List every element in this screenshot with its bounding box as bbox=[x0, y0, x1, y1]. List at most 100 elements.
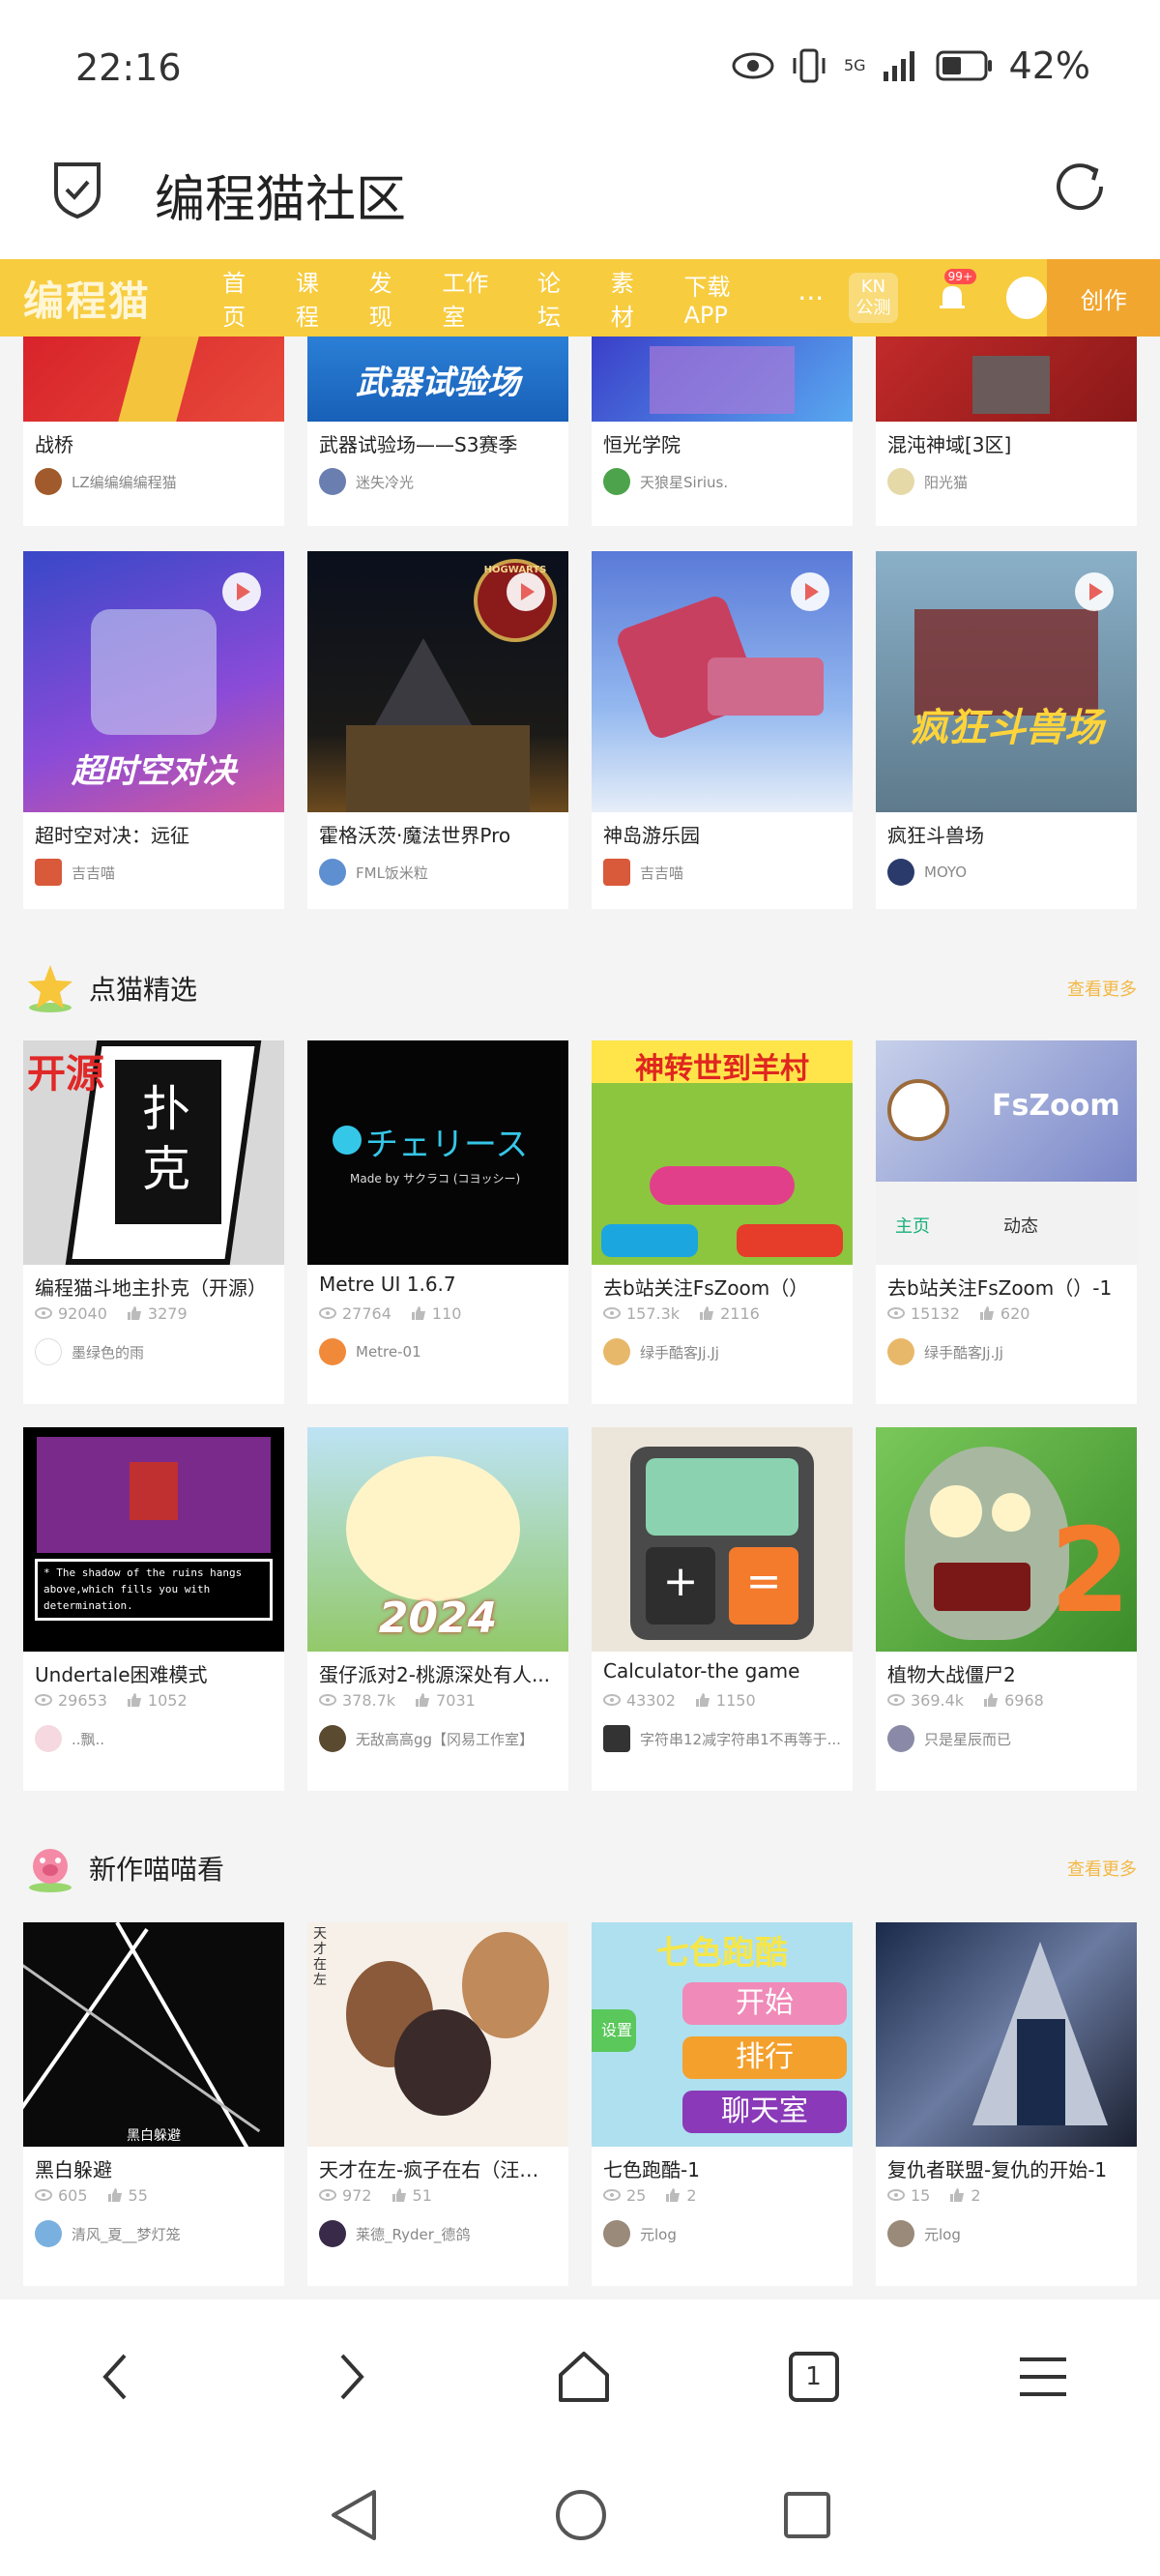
play-icon[interactable] bbox=[507, 572, 545, 611]
work-thumbnail: HOGWARTS bbox=[307, 551, 568, 812]
work-author[interactable]: 元log bbox=[876, 2207, 1137, 2247]
thumbnail-caption: * The shadow of the ruins hangs above,wh… bbox=[35, 1559, 273, 1621]
nav-item-discover[interactable]: 发现 bbox=[355, 264, 428, 332]
work-author[interactable]: 清风_夏__梦灯笼 bbox=[23, 2207, 284, 2247]
battery-level: 42% bbox=[1008, 44, 1090, 87]
nav-item-studio[interactable]: 工作室 bbox=[427, 264, 523, 332]
like-count: 55 bbox=[107, 2186, 148, 2205]
nav-more-button[interactable]: ··· bbox=[784, 282, 837, 314]
work-card[interactable]: 开源 扑克 编程猫斗地主扑克（开源） 92040 3279 墨绿色的雨 bbox=[23, 1040, 284, 1404]
menu-icon[interactable] bbox=[1014, 2348, 1072, 2406]
work-author[interactable]: 绿手酷客Jj.Jj bbox=[592, 1325, 853, 1365]
nav-item-home[interactable]: 首页 bbox=[208, 264, 281, 332]
work-card[interactable]: 恒光学院 天狼星Sirius. bbox=[592, 337, 853, 526]
status-icons: 5G 42% bbox=[732, 44, 1090, 87]
like-count: 6968 bbox=[983, 1691, 1044, 1710]
thumbs-up-icon bbox=[666, 2188, 681, 2202]
system-home-icon[interactable] bbox=[554, 2488, 608, 2542]
work-author[interactable]: 吉吉喵 bbox=[23, 845, 284, 886]
work-thumbnail: 武器试验场 bbox=[307, 337, 568, 422]
battery-icon bbox=[936, 50, 992, 81]
thumbnail-caption: FsZoom bbox=[992, 1089, 1120, 1123]
shield-check-icon[interactable] bbox=[46, 159, 108, 220]
work-author[interactable]: 元log bbox=[592, 2207, 853, 2247]
refresh-icon[interactable] bbox=[1048, 155, 1112, 219]
work-author[interactable]: Metre-01 bbox=[307, 1325, 568, 1365]
author-avatar bbox=[319, 1338, 346, 1365]
author-avatar bbox=[603, 468, 630, 495]
work-author[interactable]: FML饭米粒 bbox=[307, 845, 568, 886]
work-stats: 972 51 bbox=[307, 2180, 568, 2207]
work-author[interactable]: 绿手酷客Jj.Jj bbox=[876, 1325, 1137, 1365]
back-icon[interactable] bbox=[88, 2348, 146, 2406]
like-count: 51 bbox=[392, 2186, 432, 2205]
like-count-value: 55 bbox=[128, 2185, 148, 2205]
author-avatar bbox=[319, 2220, 346, 2247]
work-author[interactable]: MOYO bbox=[876, 845, 1137, 886]
work-thumbnail: 2024 bbox=[307, 1427, 568, 1652]
home-icon[interactable] bbox=[555, 2348, 613, 2406]
work-card[interactable]: 混沌神域[3区] 阳光猫 bbox=[876, 337, 1137, 526]
see-more-link[interactable]: 查看更多 bbox=[1067, 1856, 1137, 1881]
kn-beta-badge[interactable]: KN 公测 bbox=[849, 273, 898, 323]
view-count: 15132 bbox=[887, 1304, 960, 1323]
nav-item-download-app[interactable]: 下载APP bbox=[669, 268, 784, 329]
play-icon[interactable] bbox=[1075, 572, 1114, 611]
work-author[interactable]: 墨绿色的雨 bbox=[23, 1325, 284, 1365]
thumbnail-caption: + bbox=[662, 1557, 699, 1606]
play-icon[interactable] bbox=[222, 572, 261, 611]
work-card[interactable]: チェリース Made by サクラコ (コヨッシー) Metre UI 1.6.… bbox=[307, 1040, 568, 1404]
work-author[interactable]: 阳光猫 bbox=[876, 454, 1137, 495]
work-card[interactable]: 2024 蛋仔派对2-桃源深处有人... 378.7k 7031 无敌高高gg【… bbox=[307, 1427, 568, 1791]
view-count: 972 bbox=[319, 2186, 372, 2205]
tabs-button[interactable]: 1 bbox=[788, 2352, 839, 2402]
play-icon[interactable] bbox=[791, 572, 829, 611]
forward-icon[interactable] bbox=[321, 2348, 379, 2406]
system-recents-icon[interactable] bbox=[782, 2490, 832, 2540]
work-author[interactable]: 字符串12减字符串1不再等于... bbox=[592, 1712, 853, 1752]
work-title: 去b站关注FsZoom（） bbox=[603, 1276, 809, 1298]
work-card[interactable]: 天才在左 天才在左-疯子在右（汪汪... 972 51 莱德_Ryder_德鸽 bbox=[307, 1922, 568, 2286]
nav-item-forum[interactable]: 论坛 bbox=[523, 264, 596, 332]
user-avatar[interactable] bbox=[1005, 277, 1048, 319]
work-author[interactable]: 吉吉喵 bbox=[592, 845, 853, 886]
work-thumbnail bbox=[23, 337, 284, 422]
notification-bell[interactable]: 99+ bbox=[933, 269, 976, 317]
work-card[interactable]: 复仇者联盟-复仇的开始-1 15 2 元log bbox=[876, 1922, 1137, 2286]
work-author[interactable]: 只是星辰而已 bbox=[876, 1712, 1137, 1752]
work-author[interactable]: ..飘.. bbox=[23, 1712, 284, 1752]
work-card[interactable]: 神岛游乐园 吉吉喵 bbox=[592, 551, 853, 909]
work-author[interactable]: 迷失冷光 bbox=[307, 454, 568, 495]
work-card[interactable]: HOGWARTS 霍格沃茨·魔法世界Pro FML饭米粒 bbox=[307, 551, 568, 909]
work-card[interactable]: * The shadow of the ruins hangs above,wh… bbox=[23, 1427, 284, 1791]
nav-item-assets[interactable]: 素材 bbox=[596, 264, 670, 332]
work-author[interactable]: 天狼星Sirius. bbox=[592, 454, 853, 495]
author-name: 迷失冷光 bbox=[356, 473, 415, 491]
work-card[interactable]: 武器试验场 武器试验场——S3赛季 迷失冷光 bbox=[307, 337, 568, 526]
view-count-value: 15132 bbox=[911, 1303, 960, 1323]
work-card[interactable]: 2 植物大战僵尸2 369.4k 6968 只是星辰而已 bbox=[876, 1427, 1137, 1791]
work-card[interactable]: + = Calculator-the game 43302 1150 字符串12… bbox=[592, 1427, 853, 1791]
work-card[interactable]: 战桥 LZ编编编编程猫 bbox=[23, 337, 284, 526]
work-author[interactable]: LZ编编编编程猫 bbox=[23, 454, 284, 495]
work-card[interactable]: 黑白躲避 黑白躲避 605 55 清风_夏__梦灯笼 bbox=[23, 1922, 284, 2286]
work-title: 七色跑酷-1 bbox=[603, 2158, 700, 2180]
author-name: LZ编编编编程猫 bbox=[72, 473, 177, 491]
author-name: FML饭米粒 bbox=[356, 864, 428, 882]
view-count-value: 157.3k bbox=[626, 1303, 681, 1323]
create-button[interactable]: 创作 bbox=[1047, 259, 1160, 337]
work-author[interactable]: 莱德_Ryder_德鸽 bbox=[307, 2207, 568, 2247]
thumbnail-caption: 设置 bbox=[592, 2009, 636, 2052]
nav-item-courses[interactable]: 课程 bbox=[281, 264, 355, 332]
like-count-value: 2 bbox=[971, 2185, 981, 2205]
work-card[interactable]: 七色跑酷 开始 排行 聊天室 设置 七色跑酷-1 25 2 元log bbox=[592, 1922, 853, 2286]
author-avatar bbox=[887, 1725, 914, 1752]
work-card[interactable]: 超时空对决 超时空对决：远征 吉吉喵 bbox=[23, 551, 284, 909]
work-author[interactable]: 无敌高高gg【冈易工作室】 bbox=[307, 1712, 568, 1752]
work-card[interactable]: 疯狂斗兽场 疯狂斗兽场 MOYO bbox=[876, 551, 1137, 909]
site-logo[interactable]: 编程猫 bbox=[23, 269, 183, 328]
see-more-link[interactable]: 查看更多 bbox=[1067, 976, 1137, 1001]
system-back-icon[interactable] bbox=[328, 2486, 380, 2544]
work-card[interactable]: FsZoom 主页 动态 去b站关注FsZoom（）-1 15132 620 绿… bbox=[876, 1040, 1137, 1404]
work-card[interactable]: 神转世到羊村 去b站关注FsZoom（） 157.3k 2116 绿手酷客Jj.… bbox=[592, 1040, 853, 1404]
